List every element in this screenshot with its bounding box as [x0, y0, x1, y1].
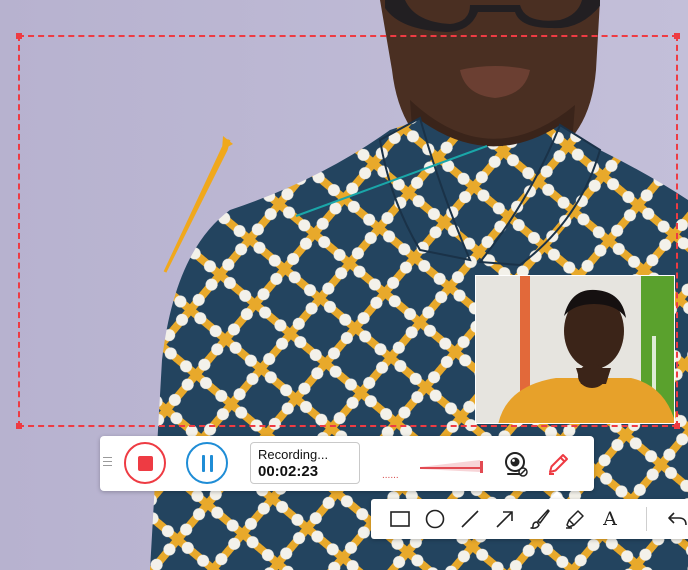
annotation-toolbar: A: [371, 499, 688, 539]
recording-status-box: Recording... 00:02:23: [250, 442, 360, 484]
line-tool[interactable]: [458, 507, 482, 531]
stop-icon: [137, 455, 153, 471]
region-handle-top-right[interactable]: [674, 33, 680, 39]
recording-status-label: Recording...: [258, 447, 329, 462]
highlighter-icon: [566, 510, 584, 529]
highlighter-tool[interactable]: [563, 507, 587, 531]
annotate-button[interactable]: [544, 450, 572, 478]
line-icon: [461, 510, 479, 528]
pencil-icon: [549, 454, 568, 475]
volume-slider-handle: [480, 461, 483, 473]
undo-icon: [668, 512, 687, 526]
stop-button[interactable]: [124, 442, 166, 484]
ellipse-icon: [425, 509, 445, 529]
region-handle-top-left[interactable]: [16, 33, 22, 39]
webcam-toggle-button[interactable]: [502, 450, 530, 478]
undo-tool[interactable]: [665, 507, 688, 531]
arrow-icon: [496, 511, 513, 528]
rectangle-icon: [390, 511, 410, 527]
recording-control-bar: Recording... 00:02:23 ......: [100, 436, 594, 491]
ellipse-tool[interactable]: [423, 507, 447, 531]
webcam-overlay[interactable]: [475, 275, 675, 424]
toolbar-divider: [646, 507, 647, 531]
volume-slider[interactable]: [418, 458, 486, 474]
region-handle-bottom-left[interactable]: [16, 423, 22, 429]
pause-icon: [201, 454, 213, 472]
brush-icon: [530, 509, 550, 529]
text-tool[interactable]: A: [598, 507, 622, 531]
audio-level-indicator: ......: [382, 470, 399, 481]
arrow-tool[interactable]: [493, 507, 517, 531]
pause-button[interactable]: [186, 442, 228, 484]
recording-timer: 00:02:23: [258, 463, 319, 480]
rectangle-tool[interactable]: [388, 507, 412, 531]
webcam-icon: [505, 452, 528, 477]
brush-tool[interactable]: [528, 507, 552, 531]
drag-grip-icon[interactable]: [103, 457, 112, 469]
webcam-feed: [476, 276, 674, 423]
text-icon: A: [603, 508, 617, 530]
